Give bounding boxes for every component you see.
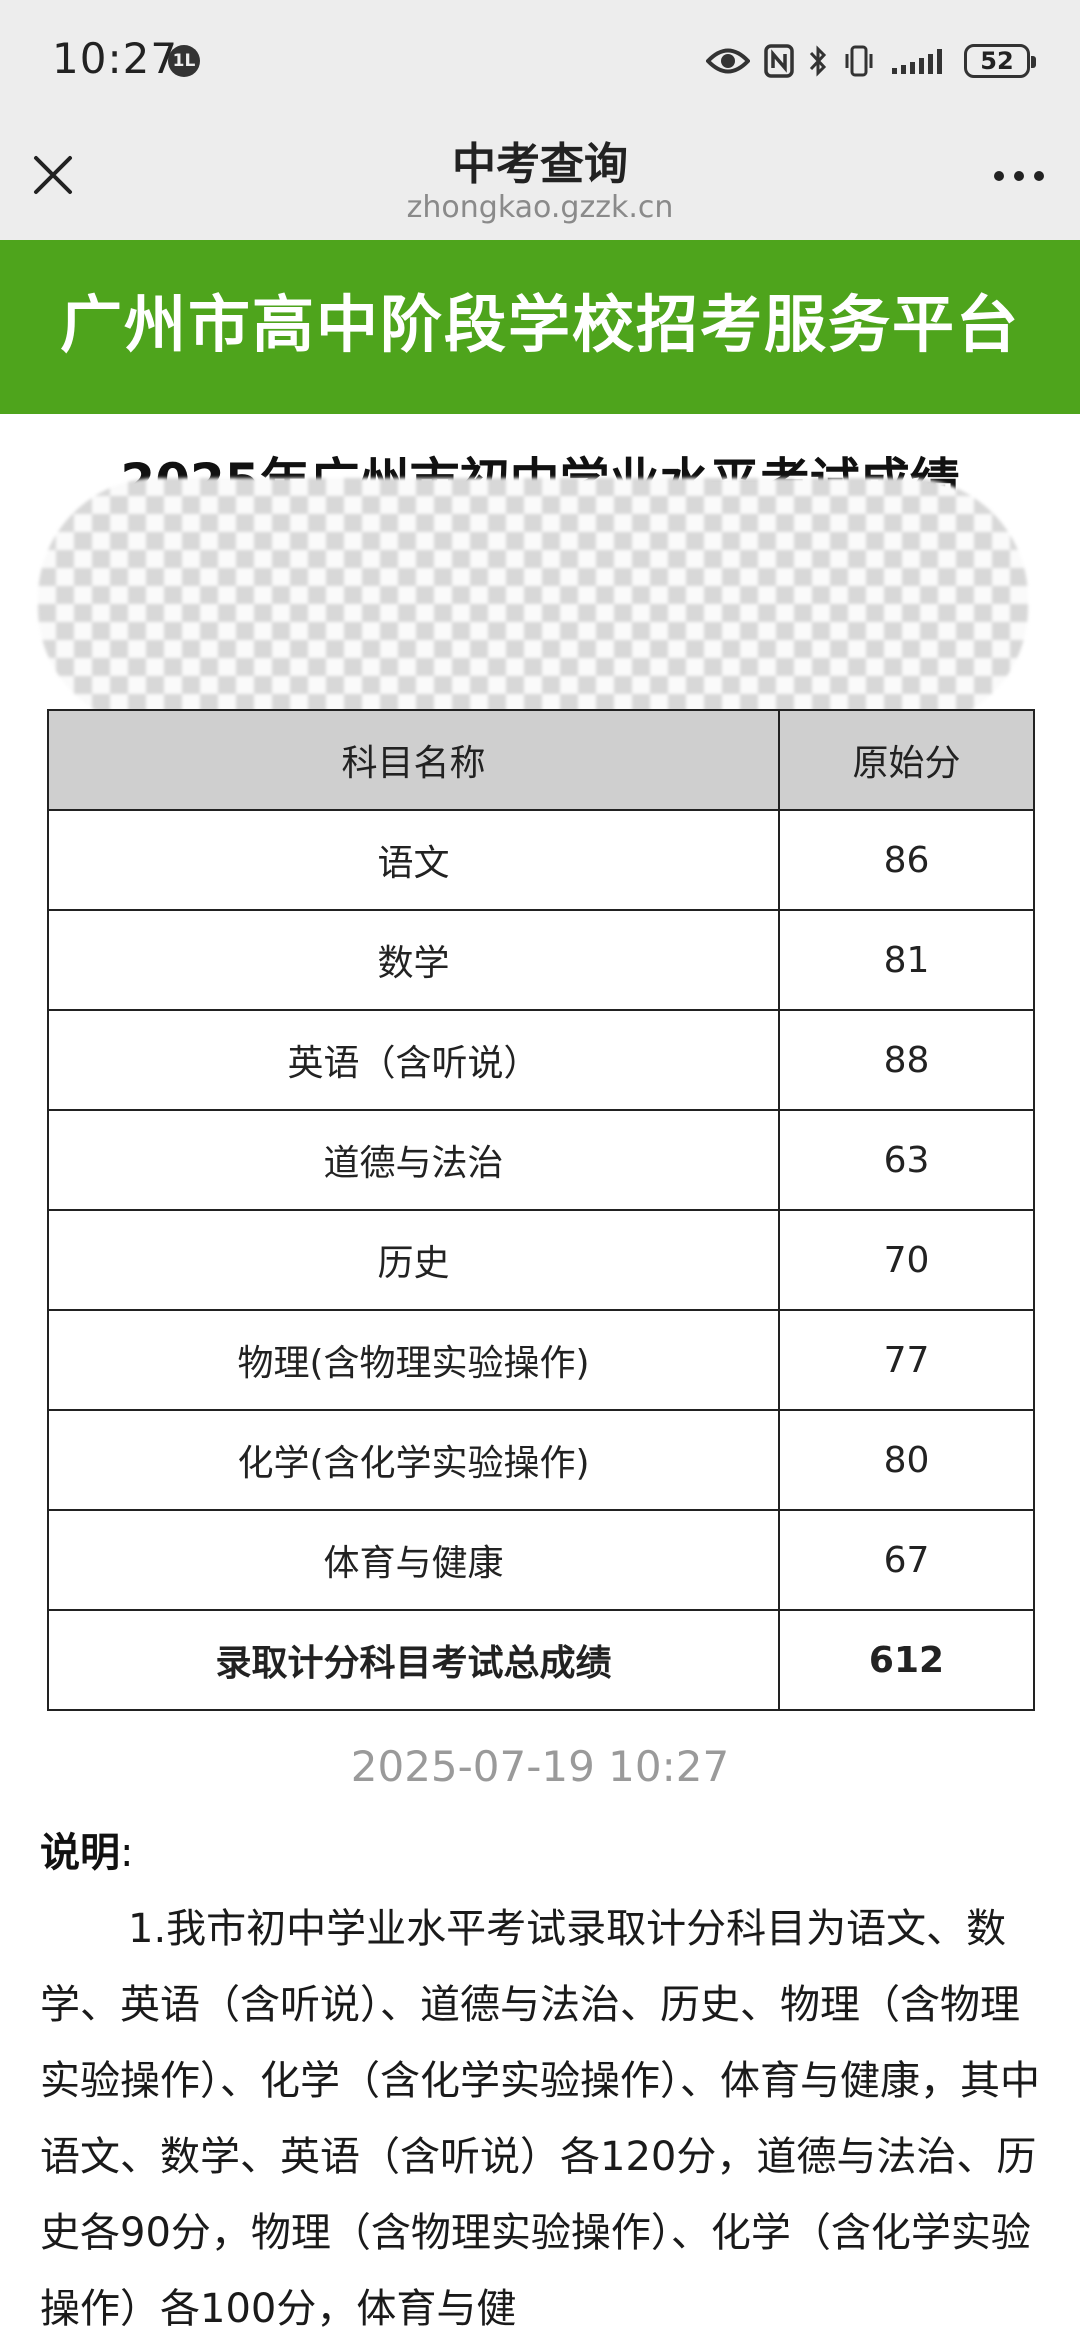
- notes-heading: 说明:: [40, 1820, 133, 1878]
- subject-cell: 英语（含听说）: [47, 1009, 780, 1111]
- subject-cell: 数学: [47, 909, 780, 1011]
- query-timestamp: 2025-07-19 10:27: [350, 1742, 730, 1791]
- table-header-row: 科目名称 原始分: [47, 709, 1035, 811]
- table-row: 道德与法治 63: [47, 1109, 1035, 1211]
- total-score: 612: [778, 1609, 1035, 1711]
- subject-cell: 历史: [47, 1209, 780, 1311]
- subject-cell: 体育与健康: [47, 1509, 780, 1611]
- score-cell: 80: [778, 1409, 1035, 1511]
- status-bar: 10:27 1L 52: [0, 0, 1080, 118]
- table-row: 历史 70: [47, 1209, 1035, 1311]
- scores-table: 科目名称 原始分 语文 86 数学 81 英语（含听说） 88 道德与法治 63…: [47, 709, 1035, 1711]
- subject-cell: 物理(含物理实验操作): [47, 1309, 780, 1411]
- score-cell: 70: [778, 1209, 1035, 1311]
- battery-icon: 52: [964, 44, 1036, 78]
- table-row: 物理(含物理实验操作) 77: [47, 1309, 1035, 1411]
- signal-icon: [892, 49, 942, 74]
- table-row: 化学(含化学实验操作) 80: [47, 1409, 1035, 1511]
- redacted-personal-info: [38, 478, 1028, 728]
- score-cell: 81: [778, 909, 1035, 1011]
- page-url: zhongkao.gzzk.cn: [406, 190, 674, 225]
- score-cell: 86: [778, 809, 1035, 911]
- score-cell: 77: [778, 1309, 1035, 1411]
- notes-paragraph: 1.我市初中学业水平考试录取计分科目为语文、数学、英语（含听说）、道德与法治、历…: [40, 1906, 1040, 2332]
- eye-icon: [706, 48, 750, 74]
- subject-cell: 语文: [47, 809, 780, 911]
- browser-nav-bar: 中考查询 zhongkao.gzzk.cn: [0, 118, 1080, 240]
- header-subject: 科目名称: [47, 709, 780, 811]
- table-row: 数学 81: [47, 909, 1035, 1011]
- score-cell: 63: [778, 1109, 1035, 1211]
- nfc-icon: [764, 44, 794, 78]
- hd-badge-icon: 1L: [168, 45, 200, 77]
- header-score: 原始分: [778, 709, 1035, 811]
- bluetooth-icon: [809, 45, 827, 77]
- total-row: 录取计分科目考试总成绩 612: [47, 1609, 1035, 1711]
- subject-cell: 化学(含化学实验操作): [47, 1409, 780, 1511]
- more-options-icon[interactable]: [992, 168, 1046, 184]
- page-title: 中考查询: [452, 139, 628, 190]
- table-row: 语文 86: [47, 809, 1035, 911]
- status-icons: 52: [706, 38, 1036, 84]
- score-cell: 67: [778, 1509, 1035, 1611]
- notes-heading-label: 说明: [40, 1830, 120, 1876]
- table-row: 体育与健康 67: [47, 1509, 1035, 1611]
- vibrate-icon: [845, 45, 873, 77]
- score-cell: 88: [778, 1009, 1035, 1111]
- table-row: 英语（含听说） 88: [47, 1009, 1035, 1111]
- total-label: 录取计分科目考试总成绩: [47, 1609, 780, 1711]
- status-time: 10:27: [52, 34, 179, 83]
- subject-cell: 道德与法治: [47, 1109, 780, 1211]
- notes-heading-colon: :: [120, 1830, 134, 1876]
- platform-banner: 广州市高中阶段学校招考服务平台: [0, 240, 1080, 414]
